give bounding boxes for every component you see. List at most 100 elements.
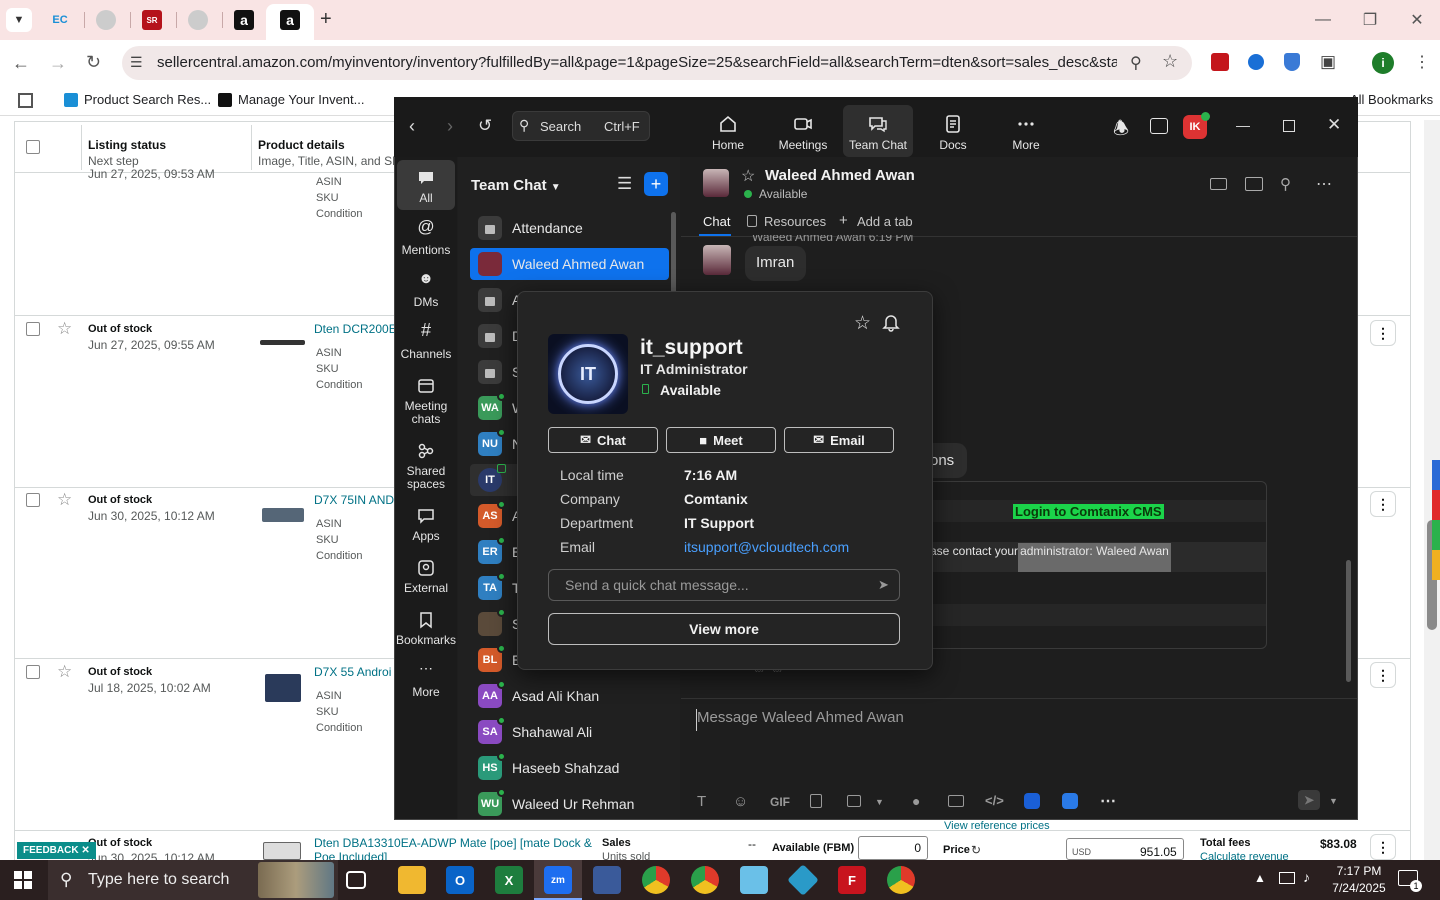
rail-external[interactable]: External <box>395 558 457 595</box>
bookmark-product-search[interactable]: Product Search Res... <box>64 92 211 107</box>
attach-file-icon[interactable] <box>810 794 822 808</box>
app-blue-icon-2[interactable] <box>1062 793 1078 809</box>
tab-ec-icon[interactable]: EC <box>50 10 70 30</box>
rail-channels[interactable]: # Channels <box>395 321 457 361</box>
view-more-button[interactable]: View more <box>548 613 900 645</box>
chrome-icon[interactable] <box>642 866 670 894</box>
minimize-icon[interactable]: — <box>1300 8 1346 32</box>
nav-docs[interactable]: Docs <box>918 113 988 152</box>
zoom-minimize-icon[interactable]: — <box>1236 117 1250 133</box>
share-screen-icon[interactable] <box>1245 177 1263 191</box>
chrome-icon-3[interactable] <box>887 866 915 894</box>
team-chat-dropdown[interactable]: Team Chat ▼ <box>471 177 561 194</box>
rail-all[interactable]: All <box>395 168 457 205</box>
zoom-forward-icon[interactable]: › <box>447 116 453 137</box>
format-text-icon[interactable]: T <box>697 793 706 810</box>
card-bell-icon[interactable] <box>882 312 900 332</box>
tab-amazon-icon[interactable]: a <box>234 10 254 30</box>
filter-icon[interactable]: ☰ <box>617 174 632 194</box>
quick-chat-input[interactable]: Send a quick chat message... <box>548 569 900 601</box>
quick-send-icon[interactable]: ➤ <box>878 577 889 593</box>
windows-start-icon[interactable] <box>14 871 32 889</box>
tab-add[interactable]: Add a tab <box>857 214 913 229</box>
file-explorer-icon[interactable] <box>398 866 426 894</box>
card-email-button[interactable]: ✉ Email <box>784 427 894 453</box>
task-view-icon[interactable] <box>346 871 366 889</box>
message-bubble[interactable]: Imran <box>745 246 806 281</box>
tray-date[interactable]: 7/24/2025 <box>1326 881 1392 895</box>
favorite-star-icon[interactable]: ☆ <box>57 662 72 682</box>
row-actions-button[interactable]: ⋮ <box>1370 491 1396 517</box>
microphone-icon[interactable]: ● <box>912 793 920 809</box>
favorite-star-icon[interactable]: ☆ <box>741 166 755 186</box>
back-icon[interactable]: ← <box>12 53 30 74</box>
field-value-email[interactable]: itsupport@vcloudtech.com <box>684 539 849 555</box>
message-avatar[interactable] <box>703 245 731 275</box>
card-meet-button[interactable]: ■ Meet <box>666 427 776 453</box>
zoom-search-box[interactable]: ⚲ Search Ctrl+F <box>512 111 650 141</box>
calculator-icon[interactable] <box>593 866 621 894</box>
emoji-icon[interactable]: ☺ <box>733 793 748 810</box>
reload-icon[interactable]: ↻ <box>86 52 101 73</box>
excel-icon[interactable]: X <box>495 866 523 894</box>
cms-login-title[interactable]: Login to Comtanix CMS <box>1013 504 1164 519</box>
send-button[interactable]: ➤ <box>1298 790 1320 810</box>
volume-icon[interactable]: ♪ <box>1303 869 1310 885</box>
add-tab-plus-icon[interactable]: + <box>839 212 848 229</box>
chat-list-item[interactable]: Waleed Ahmed Awan <box>470 248 669 280</box>
favorite-star-icon[interactable]: ☆ <box>57 319 72 339</box>
code-snippet-icon[interactable]: </> <box>985 793 1004 808</box>
bookmark-all[interactable]: All Bookmarks <box>1350 92 1433 107</box>
product-thumbnail[interactable] <box>263 842 301 860</box>
nav-meetings[interactable]: Meetings <box>768 113 838 152</box>
price-value[interactable]: 951.05 <box>1140 845 1177 859</box>
app-blue-icon[interactable] <box>1024 793 1040 809</box>
row-checkbox[interactable] <box>26 322 40 336</box>
chrome-icon-2[interactable] <box>691 866 719 894</box>
zoom-close-icon[interactable]: ✕ <box>1327 115 1341 135</box>
chat-scrollbar[interactable] <box>1346 560 1351 682</box>
composer-more-icon[interactable]: ⋯ <box>1100 791 1116 811</box>
select-all-checkbox[interactable] <box>26 140 40 154</box>
extension-acrobat-icon[interactable] <box>1211 53 1229 71</box>
close-icon[interactable]: ✕ <box>1394 8 1440 32</box>
feedback-tab[interactable]: FEEDBACK ✕ <box>17 842 96 859</box>
nav-team-chat[interactable]: Team Chat <box>843 113 913 152</box>
outlook-icon[interactable]: O <box>446 866 474 894</box>
video-call-icon[interactable] <box>1210 178 1227 190</box>
profile-avatar[interactable]: i <box>1372 52 1394 74</box>
contact-name[interactable]: Waleed Ahmed Awan <box>765 167 915 184</box>
row-checkbox[interactable] <box>26 493 40 507</box>
send-options-chevron-icon[interactable]: ▼ <box>1329 796 1338 806</box>
url-text[interactable]: sellercentral.amazon.com/myinventory/inv… <box>157 54 1117 71</box>
it-support-avatar[interactable]: IT <box>548 334 628 414</box>
chat-list-item[interactable]: AA Asad Ali Khan <box>470 680 669 712</box>
nav-home[interactable]: Home <box>693 113 763 152</box>
tab-sr-icon[interactable]: SR <box>142 10 162 30</box>
product-title-link[interactable]: Dten DBA13310EA-ADWP Mate [poe] [mate Do… <box>314 836 599 860</box>
calculate-revenue-link[interactable]: Calculate revenue <box>1200 851 1289 860</box>
product-thumbnail[interactable] <box>262 508 304 522</box>
tab-chat[interactable]: Chat <box>703 214 730 229</box>
zoom-maximize-icon[interactable] <box>1283 120 1295 132</box>
product-thumbnail[interactable] <box>265 674 301 702</box>
chat-list-item[interactable]: SA Shahawal Ali <box>470 716 669 748</box>
screenshot-chevron-icon[interactable]: ▼ <box>875 797 884 807</box>
apps-grid-icon[interactable] <box>18 93 33 108</box>
row-actions-button[interactable]: ⋮ <box>1370 834 1396 860</box>
bookmark-manage-inventory[interactable]: Manage Your Invent... <box>218 92 364 107</box>
rail-shared-spaces[interactable]: Shared spaces <box>395 441 457 491</box>
nav-more[interactable]: More <box>991 113 1061 152</box>
zoom-back-icon[interactable]: ‹ <box>409 116 415 137</box>
gif-button[interactable]: GIF <box>770 795 790 809</box>
tab-chrome-icon[interactable] <box>96 10 116 30</box>
extensions-puzzle-icon[interactable]: ▣ <box>1320 52 1336 72</box>
tab-resources[interactable]: Resources <box>764 214 826 229</box>
chat-list-item[interactable]: WU Waleed Ur Rehman <box>470 788 669 820</box>
chat-list-item[interactable]: Attendance <box>470 212 669 244</box>
list-scrollbar[interactable] <box>671 212 676 294</box>
video-message-icon[interactable] <box>948 795 964 807</box>
zoom-taskbar-icon[interactable]: zm <box>544 866 572 894</box>
browser-menu-icon[interactable]: ⋮ <box>1414 52 1430 72</box>
tray-chevron-icon[interactable]: ▲ <box>1254 871 1266 885</box>
